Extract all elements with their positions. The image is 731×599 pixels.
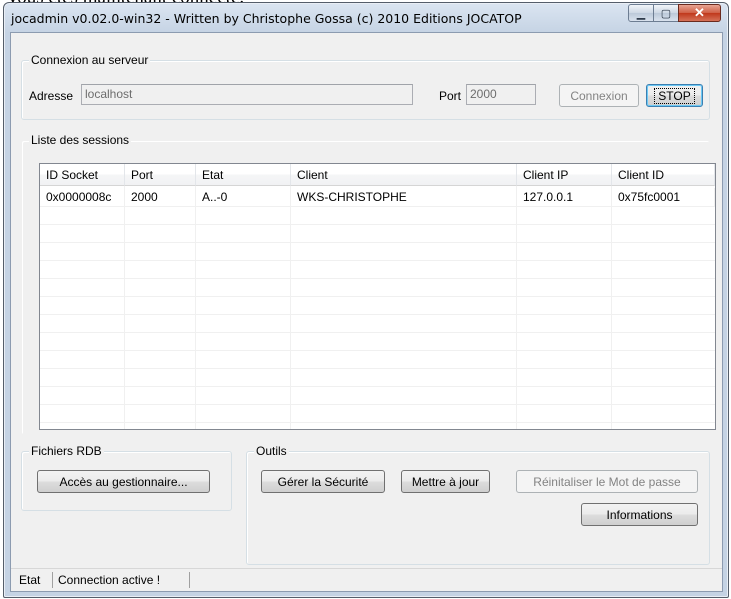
- manage-security-button[interactable]: Gérer la Sécurité: [261, 470, 385, 493]
- update-button[interactable]: Mettre à jour: [401, 470, 490, 493]
- sessions-legend: Liste des sessions: [29, 133, 132, 147]
- rdb-files-legend: Fichiers RDB: [29, 444, 104, 458]
- window-title: jocadmin v0.02.0-win32 - Written by Chri…: [11, 11, 522, 26]
- status-message: Connection active !: [58, 573, 161, 587]
- listview-gridlines: [40, 186, 715, 429]
- app-window: jocadmin v0.02.0-win32 - Written by Chri…: [3, 2, 729, 598]
- port-input[interactable]: 2000: [466, 84, 536, 105]
- informations-button[interactable]: Informations: [581, 503, 698, 526]
- minimize-icon: ▁: [636, 7, 646, 20]
- sessions-header: ID Socket Port Etat Client Client IP Cli…: [40, 164, 715, 186]
- dialog-body: Connexion au serveur Adresse localhost P…: [10, 32, 723, 592]
- connect-button[interactable]: Connexion: [559, 84, 639, 107]
- column-header-client-id[interactable]: Client ID: [612, 164, 715, 186]
- title-bar[interactable]: jocadmin v0.02.0-win32 - Written by Chri…: [4, 3, 728, 33]
- status-label: Etat: [19, 573, 41, 587]
- cell-id-socket: 0x0000008c: [40, 188, 125, 206]
- cell-client-id: 0x75fc0001: [612, 188, 715, 206]
- column-header-etat[interactable]: Etat: [196, 164, 291, 186]
- column-header-port[interactable]: Port: [125, 164, 196, 186]
- reset-password-button[interactable]: Réinitaliser le Mot de passe: [516, 470, 698, 493]
- sessions-listview[interactable]: ID Socket Port Etat Client Client IP Cli…: [39, 163, 716, 430]
- status-bar: Etat Connection active !: [11, 568, 722, 591]
- maximize-icon: ▢: [660, 7, 672, 20]
- cell-client: WKS-CHRISTOPHE: [291, 188, 517, 206]
- window-controls: ▁ ▢ ✕: [628, 4, 721, 23]
- column-header-id-socket[interactable]: ID Socket: [40, 164, 125, 186]
- cell-etat: A..-0: [196, 188, 291, 206]
- cell-port: 2000: [125, 188, 196, 206]
- stop-button[interactable]: STOP: [646, 84, 703, 107]
- status-separator-end: [189, 572, 190, 588]
- column-header-client[interactable]: Client: [291, 164, 517, 186]
- cell-client-ip: 127.0.0.1: [517, 188, 612, 206]
- address-input[interactable]: localhost: [81, 84, 413, 105]
- table-row[interactable]: 0x0000008c 2000 A..-0 WKS-CHRISTOPHE 127…: [40, 188, 715, 206]
- status-separator: [52, 572, 53, 588]
- server-connection-legend: Connexion au serveur: [29, 53, 151, 67]
- minimize-button[interactable]: ▁: [628, 4, 654, 22]
- column-header-client-ip[interactable]: Client IP: [517, 164, 612, 186]
- tools-legend: Outils: [254, 444, 289, 458]
- manager-access-button[interactable]: Accès au gestionnaire...: [37, 470, 210, 493]
- stop-button-label: STOP: [654, 87, 695, 104]
- close-button[interactable]: ✕: [678, 4, 721, 22]
- close-icon: ✕: [694, 5, 705, 20]
- address-label: Adresse: [29, 89, 74, 103]
- port-label: Port: [439, 89, 462, 103]
- maximize-button[interactable]: ▢: [653, 4, 679, 22]
